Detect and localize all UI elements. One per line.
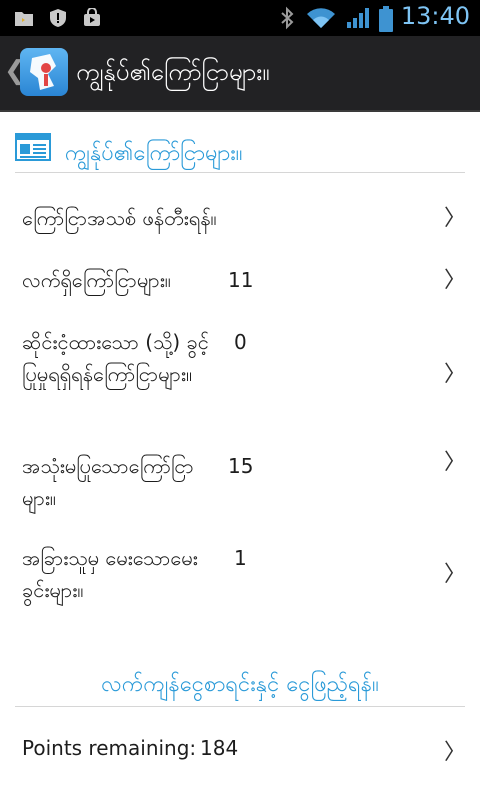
row-label: ဆိုင်းငံ့ထားသော (သို့) ခွင့်ပြုမှုရရှိရန… <box>22 330 209 386</box>
chevron-right-icon: 〉 <box>444 268 467 293</box>
list-item-current-ads[interactable]: လက်ရှိကြော်ငြာများ။ 11 〉 <box>0 262 480 318</box>
section-title: ကျွန်ုပ်၏ကြော်ငြာများ။ <box>65 141 243 166</box>
chevron-right-icon: 〉 <box>444 450 467 475</box>
action-bar: ❮ ကျွန်ုပ်၏ကြော်ငြာများ။ <box>0 36 480 112</box>
balance-section-header: လက်ကျန်ငွေစာရင်းနှင့် ငွေဖြည့်ရန်။ <box>15 664 465 707</box>
row-label: အသုံးမပြုသောကြော်ငြာများ။ <box>22 454 194 510</box>
list-item-create-ad[interactable]: ကြော်ငြာအသစ် ဖန်တီးရန်။ 〉 <box>0 200 480 256</box>
list-item-points[interactable]: Points remaining: 184 〉 <box>0 726 480 778</box>
newspaper-icon <box>15 133 51 165</box>
shield-alert-icon <box>48 8 68 28</box>
list-item-questions[interactable]: အခြားသူမှ မေးသောမေးခွင်းများ။ 1 〉 <box>0 540 480 610</box>
battery-icon <box>378 6 393 32</box>
list-item-pending-ads[interactable]: ဆိုင်းငံ့ထားသော (သို့) ခွင့်ပြုမှုရရှိရန… <box>0 324 480 424</box>
chevron-right-icon: 〉 <box>444 740 467 765</box>
chevron-right-icon: 〉 <box>444 562 467 587</box>
page-title: ကျွန်ုပ်၏ကြော်ငြာများ။ <box>76 58 270 86</box>
row-count: 11 <box>228 268 254 292</box>
status-bar: 13:40 <box>0 0 480 36</box>
list-item-unused-ads[interactable]: အသုံးမပြုသောကြော်ငြာများ။ 15 〉 <box>0 448 480 518</box>
row-count: 15 <box>228 454 254 478</box>
section-title: လက်ကျန်ငွေစာရင်းနှင့် ငွေဖြည့်ရန်။ <box>101 672 379 697</box>
clock: 13:40 <box>400 2 470 30</box>
points-value: 184 <box>200 736 239 760</box>
app-logo-icon[interactable] <box>20 48 68 96</box>
bluetooth-icon <box>277 6 297 30</box>
row-count: 1 <box>234 546 247 570</box>
row-count: 0 <box>234 330 247 354</box>
wifi-icon <box>305 6 337 28</box>
chevron-right-icon: 〉 <box>444 362 467 387</box>
points-label: Points remaining: <box>22 736 197 760</box>
signal-icon <box>345 6 371 28</box>
row-label: ကြော်ငြာအသစ် ဖန်တီးရန်။ <box>22 206 217 230</box>
row-label: လက်ရှိကြော်ငြာများ။ <box>22 268 171 292</box>
my-ads-section-header: ကျွန်ုပ်၏ကြော်ငြာများ။ <box>15 128 465 173</box>
folder-icon <box>14 8 34 28</box>
chevron-right-icon: 〉 <box>444 206 467 231</box>
row-label: အခြားသူမှ မေးသောမေးခွင်းများ။ <box>22 546 198 602</box>
shopping-bag-icon <box>82 7 102 28</box>
